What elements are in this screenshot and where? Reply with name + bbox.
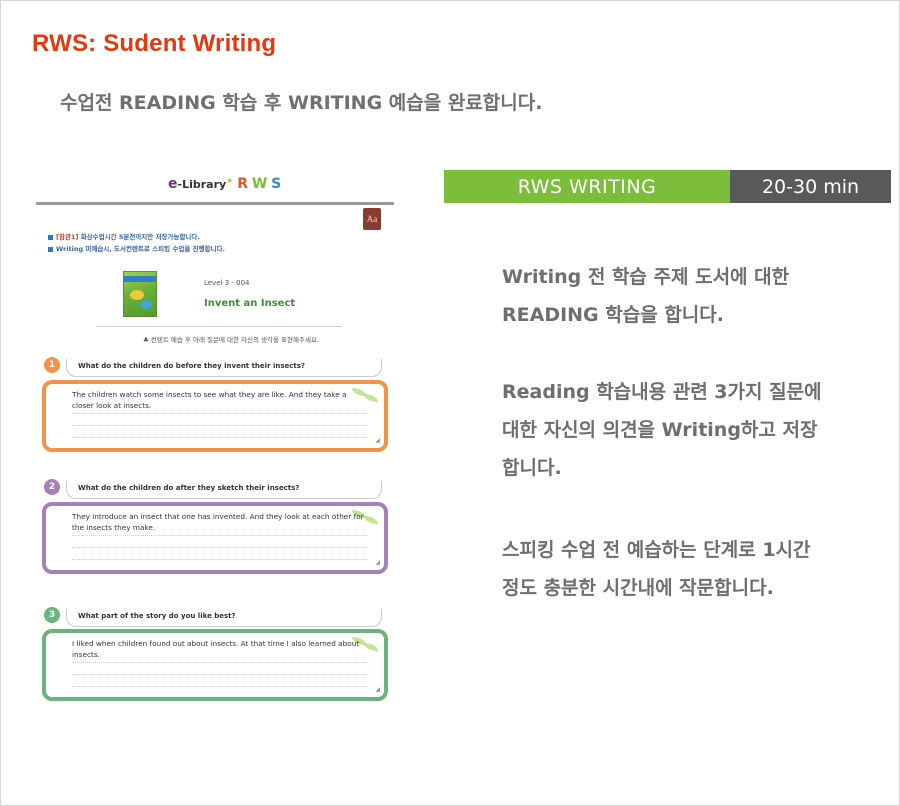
writing-preview: e-Library★ R W S Aa [참관1] 화상수업시간 5분전까지만 … [36,168,394,708]
question-number: 1 [44,357,60,373]
duration-badge: 20-30 min [730,170,891,203]
question-number: 2 [44,479,60,495]
question-text: What part of the story do you like best? [78,612,236,620]
answer-text: The children watch some insects to see w… [72,390,347,410]
question-text: What do the children do after they sketc… [78,484,300,492]
resize-handle-icon[interactable]: ◢ [375,437,380,444]
resize-handle-icon[interactable]: ◢ [375,686,380,693]
answer-text: I liked when children found out about in… [72,639,360,659]
notice-2: Writing 미예습시, 도서컨텐트로 스피킹 수업을 진행합니다. [48,243,225,253]
square-bullet-icon [48,234,53,240]
answer-textarea[interactable]: They introduce an insect that one has in… [42,502,388,574]
rws-writing-label: RWS WRITING [444,170,730,203]
answer-textarea[interactable]: I liked when children found out about in… [42,629,388,701]
description-writing: Reading 학습내용 관련 3가지 질문에 대한 자신의 의견을 Writi… [502,381,822,479]
notice-1: [참관1] 화상수업시간 5분전까지만 저장가능합니다. [48,231,200,241]
page-subtitle: 수업전 READING 학습 후 WRITING 예습을 완료합니다. [60,92,543,114]
question-text: What do the children do before they inve… [78,362,305,370]
answer-textarea[interactable]: The children watch some insects to see w… [42,380,388,452]
page-title: RWS: Sudent Writing [32,30,277,57]
description-reading: Writing 전 학습 주제 도서에 대한 READING 학습을 합니다. [502,266,790,326]
answer-text: They introduce an insect that one has in… [72,512,364,532]
resize-handle-icon[interactable]: ◢ [375,559,380,566]
rws-writing-header: RWS WRITING 20-30 min [444,170,891,203]
book-cover-image [123,271,157,317]
instruction-text: ♣ 컨텐트 예습 후 아래 질문에 대한 자신의 생각을 표현해주세요. [143,336,319,344]
square-bullet-icon [48,246,53,252]
font-size-button[interactable]: Aa [363,208,381,230]
elibrary-logo: e-Library★ R W S [168,176,282,192]
book-title: Invent an Insect [204,298,296,309]
star-icon: ★ [226,176,234,185]
divider [96,326,342,327]
description-speaking-prep: 스피킹 수업 전 예습하는 단계로 1시간 정도 충분한 시간내에 작문합니다. [502,539,811,599]
book-level: Level 3 - 004 [204,279,250,287]
question-number: 3 [44,607,60,623]
header-divider [36,202,394,205]
